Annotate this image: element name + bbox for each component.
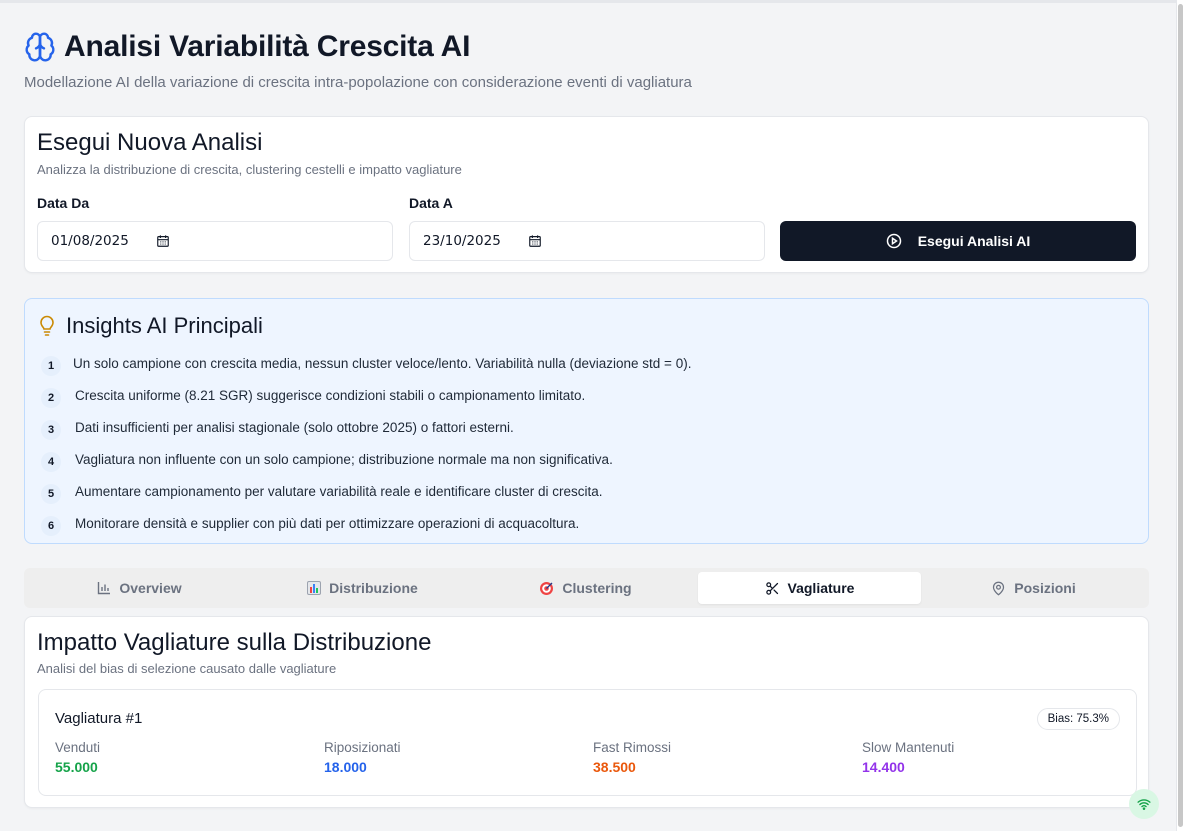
stat-label: Fast Rimossi bbox=[593, 740, 672, 755]
insight-text: Crescita uniforme (8.21 SGR) suggerisce … bbox=[75, 387, 586, 403]
insight-item: 1 Un solo campione con crescita media, ne… bbox=[41, 347, 691, 379]
insight-number: 6 bbox=[41, 516, 61, 536]
run-card-subtitle: Analizza la distribuzione di crescita, c… bbox=[37, 162, 462, 177]
insight-item: 2 Crescita uniforme (8.21 SGR) suggerisce… bbox=[41, 379, 691, 411]
calendar-icon[interactable] bbox=[156, 234, 170, 248]
stat-value: 38.500 bbox=[593, 759, 636, 775]
page-header: Analisi Variabilità Crescita AI Modellaz… bbox=[24, 30, 692, 91]
date-from-value: 01/08/2025 bbox=[51, 233, 129, 249]
tab-label: Posizioni bbox=[1014, 580, 1076, 596]
insight-number: 2 bbox=[41, 388, 61, 408]
insight-text: Un solo campione con crescita media, nes… bbox=[73, 355, 692, 371]
vagliatura-card: Vagliatura #1 Bias: 75.3% Venduti 55.000… bbox=[38, 689, 1137, 796]
insight-text: Dati insufficienti per analisi stagional… bbox=[75, 419, 514, 435]
scrollbar-thumb[interactable] bbox=[1178, 4, 1183, 827]
stat-slow-mantenuti: Slow Mantenuti 14.400 bbox=[862, 740, 1122, 775]
stat-value: 14.400 bbox=[862, 759, 905, 775]
brain-icon bbox=[25, 32, 55, 62]
scrollbar[interactable] bbox=[1176, 0, 1184, 831]
calendar-icon[interactable] bbox=[528, 234, 542, 248]
insight-number: 1 bbox=[41, 356, 61, 376]
date-from-input[interactable]: 01/08/2025 bbox=[37, 221, 393, 261]
date-to-value: 23/10/2025 bbox=[423, 233, 501, 249]
insight-number: 4 bbox=[41, 452, 61, 472]
lightbulb-icon bbox=[40, 315, 54, 336]
run-card-title: Esegui Nuova Analisi bbox=[37, 129, 263, 156]
impact-card: Impatto Vagliature sulla Distribuzione A… bbox=[24, 616, 1149, 808]
tab-label: Distribuzione bbox=[329, 580, 418, 596]
run-analysis-button[interactable]: Esegui Analisi AI bbox=[780, 221, 1136, 261]
insight-item: 3 Dati insufficienti per analisi stagiona… bbox=[41, 411, 691, 443]
insights-list: 1 Un solo campione con crescita media, ne… bbox=[41, 347, 691, 539]
tab-overview[interactable]: Overview bbox=[28, 572, 251, 604]
date-to-label: Data A bbox=[409, 195, 453, 211]
target-icon bbox=[540, 581, 554, 595]
tab-clustering[interactable]: Clustering bbox=[474, 572, 697, 604]
stat-label: Riposizionati bbox=[324, 740, 401, 755]
insight-text: Vagliatura non influente con un solo cam… bbox=[75, 451, 613, 467]
bar-chart-emoji-icon bbox=[307, 581, 322, 595]
tab-vagliature[interactable]: Vagliature bbox=[698, 572, 921, 604]
insight-item: 6 Monitorare densità e supplier con più d… bbox=[41, 507, 691, 539]
stat-fast-rimossi: Fast Rimossi 38.500 bbox=[593, 740, 853, 775]
insight-text: Monitorare densità e supplier con più da… bbox=[75, 515, 580, 531]
stat-label: Venduti bbox=[55, 740, 101, 755]
tab-label: Overview bbox=[119, 580, 182, 596]
run-button-label: Esegui Analisi AI bbox=[917, 233, 1031, 249]
tab-posizioni[interactable]: Posizioni bbox=[922, 572, 1145, 604]
insight-number: 3 bbox=[41, 420, 61, 440]
analysis-tabs: Overview Distribuzione Clustering Vaglia… bbox=[24, 568, 1149, 608]
top-shadow bbox=[0, 0, 1176, 3]
impact-title: Impatto Vagliature sulla Distribuzione bbox=[37, 629, 432, 656]
vagliatura-title: Vagliatura #1 bbox=[55, 710, 143, 727]
insight-item: 5 Aumentare campionamento per valutare va… bbox=[41, 475, 691, 507]
map-pin-icon bbox=[993, 581, 1005, 596]
stat-value: 55.000 bbox=[55, 759, 98, 775]
stat-value: 18.000 bbox=[324, 759, 367, 775]
stat-venduti: Venduti 55.000 bbox=[55, 740, 315, 775]
insight-text: Aumentare campionamento per valutare var… bbox=[75, 483, 603, 499]
date-from-label: Data Da bbox=[37, 195, 90, 211]
run-analysis-card: Esegui Nuova Analisi Analizza la distrib… bbox=[24, 116, 1149, 273]
insights-panel: Insights AI Principali 1 Un solo campione… bbox=[24, 298, 1149, 544]
insights-title: Insights AI Principali bbox=[66, 313, 263, 338]
stat-label: Slow Mantenuti bbox=[862, 740, 955, 755]
page-subtitle: Modellazione AI della variazione di cres… bbox=[24, 74, 692, 91]
connection-status-button[interactable] bbox=[1129, 789, 1159, 819]
page-title: Analisi Variabilità Crescita AI bbox=[64, 30, 471, 63]
tab-distribuzione[interactable]: Distribuzione bbox=[251, 572, 474, 604]
insight-number: 5 bbox=[41, 484, 61, 504]
tab-label: Vagliature bbox=[787, 580, 855, 596]
date-to-input[interactable]: 23/10/2025 bbox=[409, 221, 765, 261]
insight-item: 4 Vagliatura non influente con un solo ca… bbox=[41, 443, 691, 475]
tab-label: Clustering bbox=[562, 580, 632, 596]
stat-riposizionati: Riposizionati 18.000 bbox=[324, 740, 584, 775]
play-circle-icon bbox=[886, 233, 901, 249]
impact-subtitle: Analisi del bias di selezione causato da… bbox=[37, 661, 337, 676]
scissors-icon bbox=[765, 581, 778, 595]
wifi-icon bbox=[1137, 799, 1151, 810]
bias-badge: Bias: 75.3% bbox=[1036, 708, 1120, 730]
bar-chart-icon bbox=[98, 582, 111, 595]
